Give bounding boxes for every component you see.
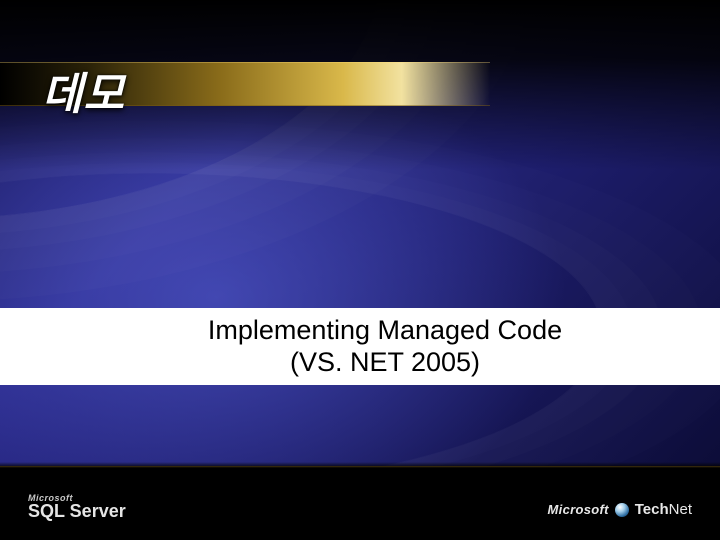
technet-bold: Tech (635, 501, 669, 518)
body-line-2: (VS. NET 2005) (290, 347, 480, 377)
technet-wordmark: TechNet (635, 501, 692, 518)
technet-light: Net (669, 501, 692, 518)
globe-icon (615, 503, 629, 517)
footer-bar: Microsoft SQL Server Microsoft TechNet (0, 466, 720, 540)
slide-title: 데모 (42, 58, 125, 122)
microsoft-wordmark: Microsoft (548, 502, 609, 517)
sql-server-logo: Microsoft SQL Server (28, 493, 126, 522)
body-line-1: Implementing Managed Code (208, 315, 562, 345)
slide: 데모 Implementing Managed Code (VS. NET 20… (0, 0, 720, 540)
technet-logo: Microsoft TechNet (548, 501, 692, 518)
sql-server-wordmark: SQL Server (28, 501, 126, 522)
slide-body: Implementing Managed Code (VS. NET 2005) (0, 308, 720, 385)
